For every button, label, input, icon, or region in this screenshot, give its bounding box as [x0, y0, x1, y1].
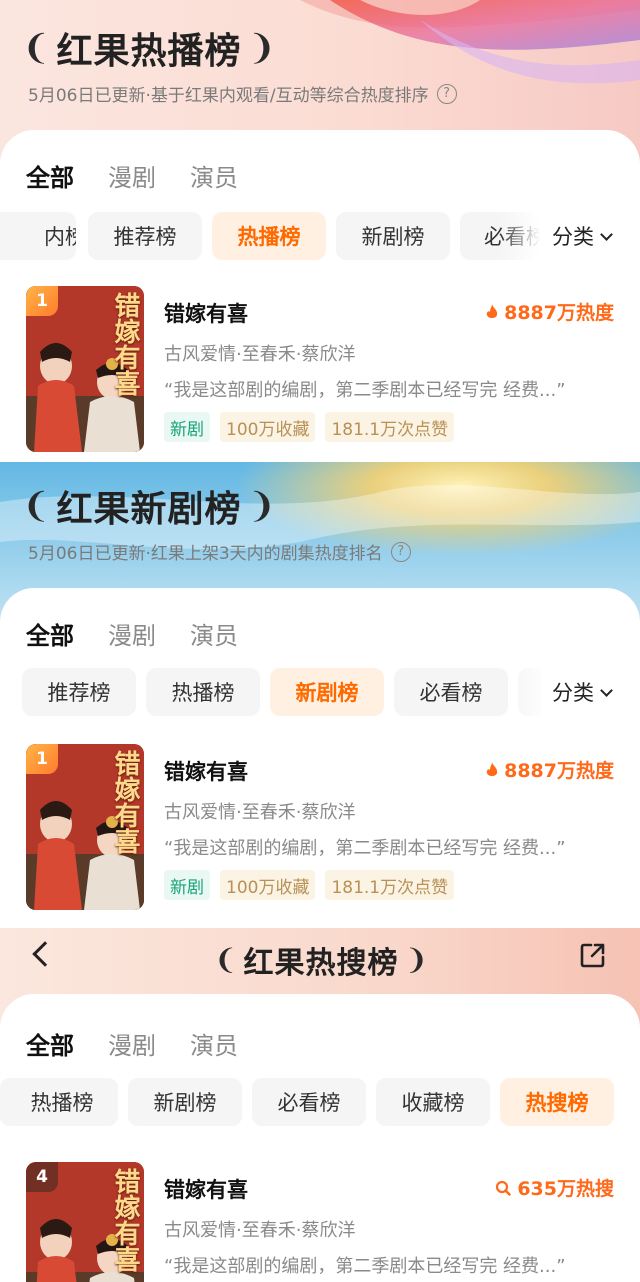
laurel-left-icon: ❨: [22, 28, 51, 68]
show-meta: 古风爱情·至春禾·蔡欣洋: [164, 1220, 356, 1241]
ranking-type-chips: 热播榜 新剧榜 必看榜 收藏榜 热搜榜: [0, 1078, 640, 1128]
ranking-subtitle: 5月06日已更新·基于红果内观看/互动等综合热度排序 ?: [28, 81, 457, 106]
heat-value: 8887万热度: [504, 302, 614, 324]
tab-all[interactable]: 全部: [26, 158, 74, 193]
help-icon[interactable]: ?: [436, 83, 457, 104]
poster-title-art: 错嫁有喜: [110, 292, 140, 396]
show-title: 错嫁有喜: [164, 1178, 248, 1202]
poster-title-art: 错嫁有喜: [110, 1168, 140, 1272]
poster-image: 1 错嫁有喜: [26, 744, 144, 910]
subtitle-text: 5月06日已更新·红果上架3天内的剧集热度排名: [28, 544, 383, 564]
ranking-subtitle: 5月06日已更新·红果上架3天内的剧集热度排名 ?: [28, 539, 411, 564]
chip-cutoff[interactable]: 内榜: [0, 212, 76, 260]
laurel-left-icon: ❨: [214, 943, 238, 976]
tag-new: 新剧: [164, 412, 210, 442]
list-item[interactable]: 4 错嫁有喜 错嫁有喜 635万热搜 古风爱情·至春禾·蔡欣洋 “我是这部剧的编…: [0, 1162, 640, 1282]
show-tags: 新剧 100万收藏 181.1万次点赞: [164, 870, 464, 900]
page-title: 红果新剧榜: [56, 489, 242, 530]
page-title: 红果热播榜: [56, 31, 242, 72]
show-title: 错嫁有喜: [164, 760, 248, 784]
laurel-right-icon: ❩: [404, 943, 428, 976]
flame-icon: [486, 761, 498, 776]
chip-fade: [500, 212, 540, 260]
show-quote: “我是这部剧的编剧，第二季剧本已经写完 经费...”: [164, 1256, 566, 1277]
share-icon[interactable]: [580, 942, 606, 968]
tab-comic-drama[interactable]: 漫剧: [108, 1026, 156, 1061]
category-filter-button[interactable]: 分类: [542, 212, 613, 260]
show-title: 错嫁有喜: [164, 302, 248, 326]
page-title-row: ❨ 红果热搜榜 ❩: [214, 938, 428, 982]
category-tabs: 全部 漫剧 演员: [26, 616, 272, 651]
tab-comic-drama[interactable]: 漫剧: [108, 158, 156, 193]
chip-hot[interactable]: 热播榜: [212, 212, 326, 260]
show-meta: 古风爱情·至春禾·蔡欣洋: [164, 344, 356, 365]
ranking-card: 全部 漫剧 演员 内榜 推荐榜 热播榜 新剧榜 必看榜 分类: [0, 130, 640, 462]
tab-all[interactable]: 全部: [26, 1026, 74, 1061]
laurel-right-icon: ❩: [247, 486, 277, 526]
poster-image: 1 错嫁有喜: [26, 286, 144, 452]
tab-actors[interactable]: 演员: [190, 158, 238, 193]
show-quote: “我是这部剧的编剧，第二季剧本已经写完 经费...”: [164, 838, 566, 859]
ranking-type-chips: 内榜 推荐榜 热播榜 新剧榜 必看榜 分类: [0, 212, 640, 262]
ranking-card: 全部 漫剧 演员 推荐榜 热播榜 新剧榜 必看榜 分类 1 错嫁有喜 错嫁有喜 …: [0, 588, 640, 928]
section-search-ranking: ❨ 红果热搜榜 ❩ 全部 漫剧 演员 热播榜 新剧榜 必看榜 收藏榜 热搜榜 4…: [0, 928, 640, 1282]
poster-image: 4 错嫁有喜: [26, 1162, 144, 1282]
tab-actors[interactable]: 演员: [190, 616, 238, 651]
poster-title-art: 错嫁有喜: [110, 750, 140, 854]
heat-score: 8887万热度: [486, 298, 614, 325]
tag-likes: 181.1万次点赞: [325, 412, 455, 442]
show-quote: “我是这部剧的编剧，第二季剧本已经写完 经费...”: [164, 380, 566, 401]
chip-must-watch[interactable]: 必看榜: [252, 1078, 366, 1126]
show-meta: 古风爱情·至春禾·蔡欣洋: [164, 802, 356, 823]
subtitle-text: 5月06日已更新·基于红果内观看/互动等综合热度排序: [28, 86, 429, 106]
chip-new[interactable]: 新剧榜: [270, 668, 384, 716]
tag-favorites: 100万收藏: [220, 412, 316, 442]
tab-comic-drama[interactable]: 漫剧: [108, 616, 156, 651]
category-filter-button[interactable]: 分类: [542, 668, 613, 716]
chip-hot[interactable]: 热播榜: [0, 1078, 118, 1126]
ranking-type-chips: 推荐榜 热播榜 新剧榜 必看榜 分类: [0, 668, 640, 718]
chip-new[interactable]: 新剧榜: [336, 212, 450, 260]
tag-likes: 181.1万次点赞: [325, 870, 455, 900]
heat-value: 8887万热度: [504, 760, 614, 782]
chip-search[interactable]: 热搜榜: [500, 1078, 614, 1126]
chip-favorites[interactable]: 收藏榜: [376, 1078, 490, 1126]
list-item[interactable]: 1 错嫁有喜 错嫁有喜 8887万热度 古风爱情·至春禾·蔡欣洋 “我是这部剧的…: [0, 286, 640, 454]
navigation-bar: ❨ 红果热搜榜 ❩: [0, 928, 640, 990]
ranking-card: 全部 漫剧 演员 热播榜 新剧榜 必看榜 收藏榜 热搜榜 4 错嫁有喜 错嫁有喜…: [0, 994, 640, 1282]
chip-recommend[interactable]: 推荐榜: [22, 668, 136, 716]
search-value: 635万热搜: [517, 1178, 614, 1200]
tag-new: 新剧: [164, 870, 210, 900]
page-title: 红果热搜榜: [243, 946, 399, 981]
laurel-left-icon: ❨: [22, 486, 51, 526]
section-hot-ranking: ❨ 红果热播榜 ❩ 5月06日已更新·基于红果内观看/互动等综合热度排序 ? 全…: [0, 0, 640, 462]
rank-badge: 1: [26, 744, 58, 774]
search-icon: [496, 1180, 512, 1196]
chip-must-watch[interactable]: 必看榜: [394, 668, 508, 716]
page-title-row: ❨ 红果热播榜 ❩: [22, 22, 276, 74]
help-icon[interactable]: ?: [390, 541, 411, 562]
category-tabs: 全部 漫剧 演员: [26, 1026, 272, 1061]
search-score: 635万热搜: [495, 1174, 614, 1201]
show-tags: 新剧 100万收藏 181.1万次点赞: [164, 412, 464, 442]
rank-badge: 4: [26, 1162, 58, 1192]
laurel-right-icon: ❩: [247, 28, 277, 68]
chevron-down-icon: [600, 683, 613, 697]
chip-new[interactable]: 新剧榜: [128, 1078, 242, 1126]
list-item[interactable]: 1 错嫁有喜 错嫁有喜 8887万热度 古风爱情·至春禾·蔡欣洋 “我是这部剧的…: [0, 744, 640, 912]
category-tabs: 全部 漫剧 演员: [26, 158, 272, 193]
rank-badge: 1: [26, 286, 58, 316]
heat-score: 8887万热度: [486, 756, 614, 783]
chip-hot[interactable]: 热播榜: [146, 668, 260, 716]
tab-all[interactable]: 全部: [26, 616, 74, 651]
flame-icon: [486, 303, 498, 318]
section-new-ranking: ❨ 红果新剧榜 ❩ 5月06日已更新·红果上架3天内的剧集热度排名 ? 全部 漫…: [0, 462, 640, 928]
page-title-row: ❨ 红果新剧榜 ❩: [22, 480, 276, 532]
tab-actors[interactable]: 演员: [190, 1026, 238, 1061]
chip-recommend[interactable]: 推荐榜: [88, 212, 202, 260]
tag-favorites: 100万收藏: [220, 870, 316, 900]
back-icon[interactable]: [32, 941, 58, 967]
chevron-down-icon: [600, 227, 613, 241]
